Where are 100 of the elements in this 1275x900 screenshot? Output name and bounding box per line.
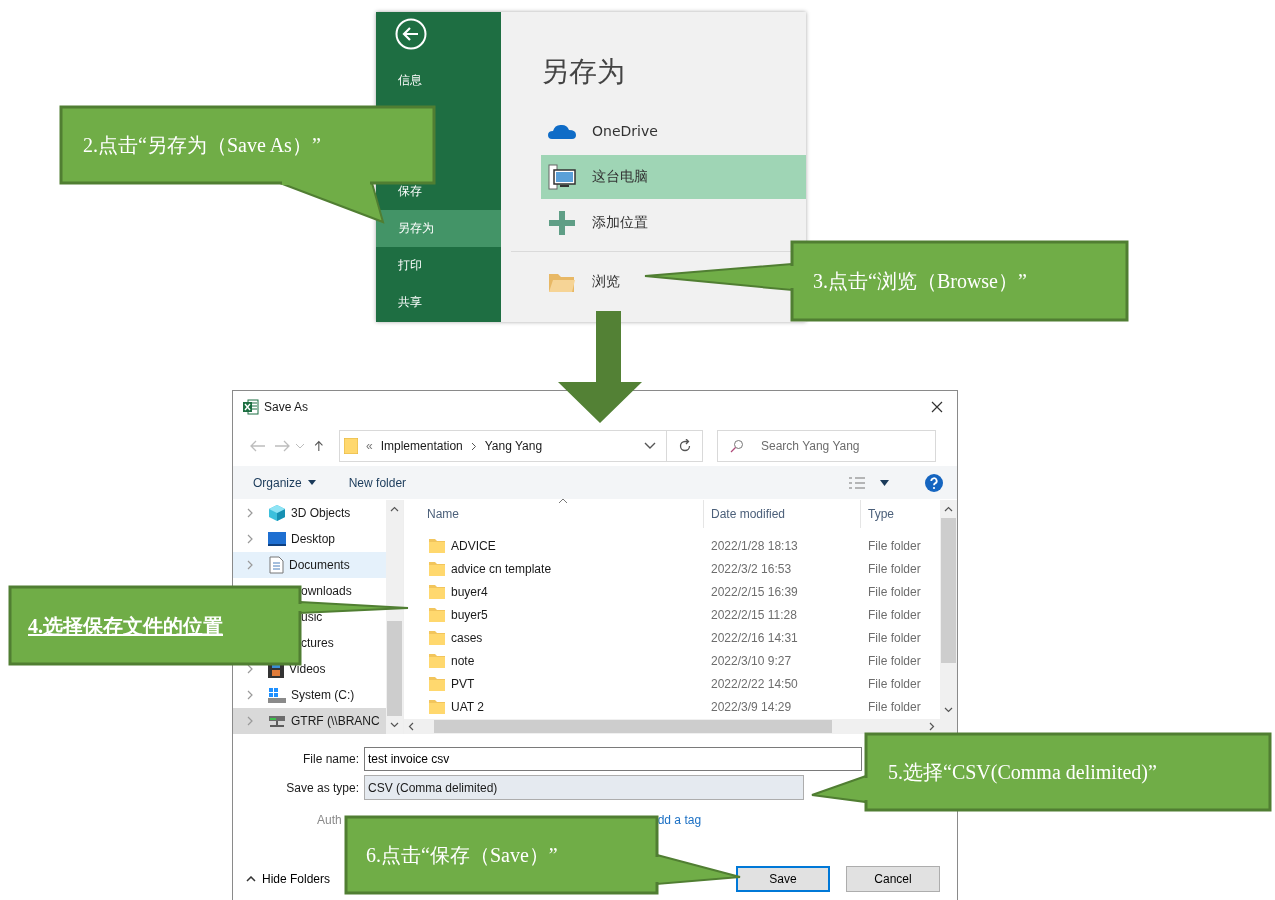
- file-name: buyer4: [451, 584, 488, 599]
- hide-folders-button[interactable]: Hide Folders: [246, 872, 331, 886]
- refresh-icon[interactable]: [677, 439, 692, 453]
- callout-text: 6.点击“保存（Save）”: [366, 843, 558, 868]
- scrollbar[interactable]: [386, 500, 403, 734]
- column-header[interactable]: Type: [861, 500, 940, 528]
- close-icon[interactable]: [931, 401, 943, 413]
- address-bar[interactable]: « Implementation Yang Yang: [339, 430, 703, 462]
- scroll-down-icon[interactable]: [944, 707, 953, 713]
- scrollbar[interactable]: [404, 719, 957, 734]
- sidebar-item[interactable]: 另存为: [376, 210, 501, 247]
- location-item[interactable]: 浏览: [541, 260, 626, 304]
- callout-text: 5.选择“CSV(Comma delimited)”: [888, 760, 1157, 785]
- callout-text: 3.点击“浏览（Browse）”: [813, 269, 1027, 294]
- add-tag-link[interactable]: dd a tag: [657, 813, 702, 827]
- help-icon[interactable]: [925, 473, 943, 492]
- scroll-down-icon[interactable]: [390, 722, 399, 728]
- date-modified: 2022/2/15 16:39: [710, 584, 799, 599]
- breadcrumb-overflow[interactable]: «: [366, 439, 373, 453]
- file-name: advice cn template: [451, 561, 552, 576]
- scroll-right-icon[interactable]: [929, 722, 935, 731]
- field-label: Auth: [317, 813, 342, 827]
- chevron-icon[interactable]: [247, 534, 254, 544]
- date-modified: 2022/2/16 14:31: [710, 630, 799, 645]
- file-row[interactable]: buyer5 2022/2/15 11:28 File folder: [404, 603, 940, 626]
- file-row[interactable]: cases 2022/2/16 14:31 File folder: [404, 626, 940, 649]
- page-title: 另存为: [541, 54, 625, 90]
- file-name: buyer5: [451, 607, 488, 622]
- file-name: cases: [451, 630, 483, 645]
- file-row[interactable]: ADVICE 2022/1/28 18:13 File folder: [404, 534, 940, 557]
- scroll-up-icon[interactable]: [390, 506, 399, 512]
- sidebar-item[interactable]: 共享: [398, 295, 428, 310]
- location-item[interactable]: OneDrive: [541, 109, 664, 153]
- file-type: File folder: [867, 630, 921, 645]
- nav-tree-item[interactable]: System (C:): [233, 682, 386, 708]
- chevron-icon[interactable]: [247, 560, 254, 570]
- search-field[interactable]: Search Yang Yang: [717, 430, 936, 462]
- sidebar-item[interactable]: 信息: [398, 73, 428, 88]
- location-item[interactable]: 这台电脑: [541, 155, 806, 199]
- field-label: Save as type:: [285, 780, 360, 795]
- chevron-icon[interactable]: [247, 508, 254, 518]
- file-type: File folder: [867, 676, 921, 691]
- file-row[interactable]: UAT 2 2022/3/9 14:29 File folder: [404, 695, 940, 718]
- file-row[interactable]: buyer4 2022/2/15 16:39 File folder: [404, 580, 940, 603]
- nav-tree-item[interactable]: Documents: [233, 552, 386, 578]
- date-modified: 2022/2/22 14:50: [710, 676, 799, 691]
- search-icon: [730, 439, 744, 453]
- folder-icon: [548, 271, 576, 293]
- file-type: File folder: [867, 607, 921, 622]
- date-modified: 2022/3/9 14:29: [710, 699, 793, 714]
- caret-icon[interactable]: [880, 479, 889, 486]
- callout-text: 2.点击“另存为（Save As）”: [83, 133, 321, 158]
- nav-tree-item[interactable]: usic: [301, 610, 323, 624]
- dropdown-icon[interactable]: [644, 442, 656, 450]
- new-folder-button[interactable]: New folder: [348, 475, 407, 490]
- file-row[interactable]: PVT 2022/2/22 14:50 File folder: [404, 672, 940, 695]
- caret-icon: [246, 876, 256, 882]
- file-name-field[interactable]: test invoice csv: [364, 747, 862, 771]
- column-header[interactable]: Name: [404, 500, 704, 528]
- folder-icon: [429, 699, 445, 714]
- folder-icon: [344, 438, 358, 454]
- file-type-dropdown[interactable]: CSV (Comma delimited): [364, 775, 804, 800]
- document-icon: [268, 556, 284, 574]
- chevron-icon: [470, 441, 477, 451]
- save-button[interactable]: Save: [736, 866, 830, 892]
- sidebar-item[interactable]: 保存: [398, 184, 428, 199]
- file-row[interactable]: note 2022/3/10 9:27 File folder: [404, 649, 940, 672]
- file-name: UAT 2: [451, 699, 484, 714]
- column-header[interactable]: Date modified: [704, 500, 861, 528]
- field-label: File name:: [301, 752, 360, 766]
- date-modified: 2022/1/28 18:13: [710, 538, 799, 553]
- cube-icon: [268, 504, 286, 522]
- nav-tree-item[interactable]: 3D Objects: [233, 500, 386, 526]
- file-type: File folder: [867, 584, 921, 599]
- folder-icon: [429, 653, 445, 668]
- organize-menu[interactable]: Organize: [253, 475, 316, 490]
- scroll-left-icon[interactable]: [408, 722, 414, 731]
- breadcrumb[interactable]: Implementation: [380, 439, 463, 453]
- file-name: ADVICE: [451, 538, 496, 553]
- file-type: File folder: [867, 561, 921, 576]
- date-modified: 2022/2/15 11:28: [710, 607, 798, 622]
- back-icon[interactable]: [395, 18, 427, 50]
- scrollbar[interactable]: [940, 500, 957, 719]
- nav-tree-item[interactable]: ownloads: [301, 584, 352, 598]
- location-item[interactable]: 添加位置: [541, 201, 654, 245]
- drive-icon: [268, 687, 286, 703]
- nav-tree-item[interactable]: Desktop: [233, 526, 386, 552]
- caret-icon: [307, 480, 316, 485]
- nav-tree-item[interactable]: ctures: [301, 636, 334, 650]
- chevron-icon[interactable]: [247, 690, 254, 700]
- cancel-button[interactable]: Cancel: [846, 866, 940, 892]
- scroll-up-icon[interactable]: [944, 506, 953, 512]
- file-row[interactable]: advice cn template 2022/3/2 16:53 File folder: [404, 557, 940, 580]
- sidebar-item[interactable]: 打印: [398, 258, 428, 273]
- nav-tree-item[interactable]: GTRF (\\BRANC: [233, 708, 386, 734]
- callout-text: 4.选择保存文件的位置: [28, 613, 223, 639]
- folder-icon: [429, 584, 445, 599]
- folder-icon: [429, 630, 445, 645]
- breadcrumb[interactable]: Yang Yang: [484, 439, 543, 453]
- folder-icon: [429, 561, 445, 576]
